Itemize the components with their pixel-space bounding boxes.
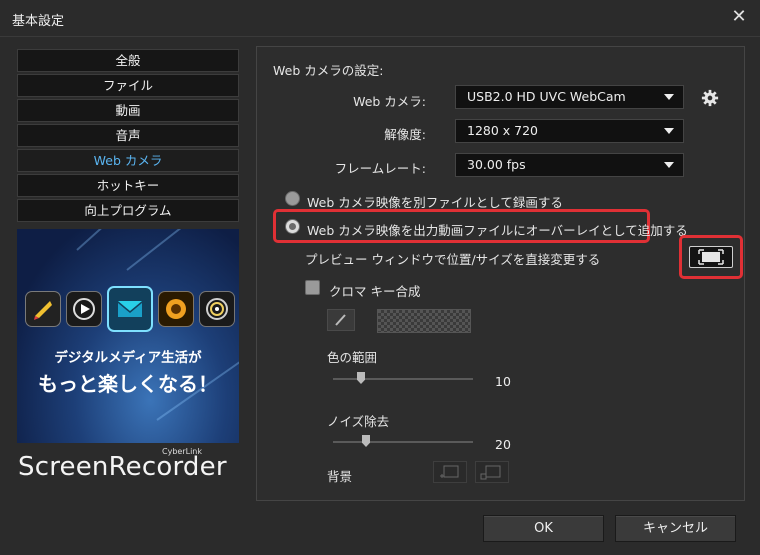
webcam-settings-panel: Web カメラの設定: Web カメラ: USB2.0 HD UVC WebCa… — [256, 46, 745, 501]
framerate-select[interactable]: 30.00 fps — [455, 153, 684, 177]
fit-frame-icon — [698, 249, 724, 265]
color-range-label: 色の範囲 — [327, 350, 378, 365]
cancel-button[interactable]: キャンセル — [615, 515, 736, 542]
nav-item-general[interactable]: 全般 — [17, 49, 239, 72]
preview-hint: プレビュー ウィンドウで位置/サイズを直接変更する — [305, 252, 601, 267]
nav-item-improvement-program[interactable]: 向上プログラム — [17, 199, 239, 222]
close-icon[interactable]: ✕ — [728, 6, 750, 28]
chevron-down-icon — [664, 94, 674, 100]
window-title: 基本設定 — [12, 14, 65, 29]
nav-item-file[interactable]: ファイル — [17, 74, 239, 97]
preview-position-button[interactable] — [689, 246, 733, 268]
noise-label: ノイズ除去 — [327, 414, 390, 429]
color-swatch[interactable] — [377, 309, 471, 333]
add-image-icon — [440, 465, 459, 478]
eyedropper-icon — [335, 314, 346, 326]
gear-icon[interactable] — [701, 89, 719, 107]
title-bar: 基本設定 ✕ — [0, 0, 760, 37]
resolution-select[interactable]: 1280 x 720 — [455, 119, 684, 143]
slider-thumb[interactable] — [357, 372, 365, 384]
promo-banner[interactable]: デジタルメディア生活が もっと楽しくなる！ — [17, 229, 239, 443]
chroma-key-checkbox[interactable] — [305, 280, 320, 295]
framerate-select-value: 30.00 fps — [467, 157, 526, 172]
director-icon — [25, 291, 61, 327]
background-label: 背景 — [327, 469, 353, 484]
color-range-value: 10 — [495, 374, 511, 389]
product-logo: ScreenRecorder — [18, 452, 227, 482]
noise-value: 20 — [495, 437, 511, 452]
add-background-button[interactable] — [433, 461, 467, 483]
webcam-select[interactable]: USB2.0 HD UVC WebCam — [455, 85, 684, 109]
remove-image-icon — [480, 465, 501, 480]
slider-thumb[interactable] — [362, 435, 370, 447]
photo-director-icon — [158, 291, 194, 327]
settings-nav: 全般 ファイル 動画 音声 Web カメラ ホットキー 向上プログラム — [17, 49, 239, 224]
nav-item-audio[interactable]: 音声 — [17, 124, 239, 147]
chevron-down-icon — [664, 128, 674, 134]
color-range-slider[interactable] — [333, 372, 473, 386]
chevron-down-icon — [664, 162, 674, 168]
ok-button[interactable]: OK — [483, 515, 604, 542]
power-dvd-icon — [66, 291, 102, 327]
nav-item-hotkey[interactable]: ホットキー — [17, 174, 239, 197]
remove-background-button[interactable] — [475, 461, 509, 483]
power-dvd-disc-icon — [199, 291, 235, 327]
nav-item-webcam[interactable]: Web カメラ — [17, 149, 239, 172]
webcam-select-value: USB2.0 HD UVC WebCam — [467, 89, 626, 104]
promo-headline-1: デジタルメディア生活が — [54, 350, 202, 366]
section-title: Web カメラの設定: — [273, 63, 384, 78]
screen-recorder-icon — [107, 286, 153, 332]
framerate-label: フレームレート: — [334, 161, 426, 176]
webcam-label: Web カメラ: — [353, 94, 426, 109]
radio-record-separate[interactable] — [285, 191, 300, 206]
chroma-key-label[interactable]: クロマ キー合成 — [329, 281, 420, 300]
radio-overlay-label[interactable]: Web カメラ映像を出力動画ファイルにオーバーレイとして追加する — [307, 220, 688, 239]
nav-item-video[interactable]: 動画 — [17, 99, 239, 122]
resolution-label: 解像度: — [384, 127, 426, 142]
noise-slider[interactable] — [333, 435, 473, 449]
promo-app-icons — [25, 286, 235, 332]
color-picker-button[interactable] — [327, 309, 355, 331]
promo-headline-2: もっと楽しくなる！ — [38, 372, 218, 396]
resolution-select-value: 1280 x 720 — [467, 123, 539, 138]
radio-overlay[interactable] — [285, 219, 300, 234]
